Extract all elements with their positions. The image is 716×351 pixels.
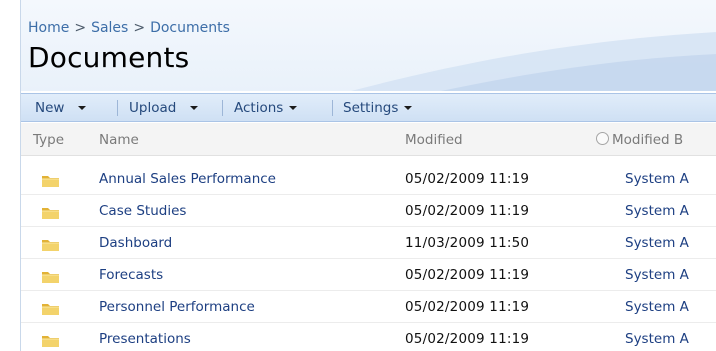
chevron-down-icon: [289, 106, 298, 110]
breadcrumb-sales[interactable]: Sales: [91, 20, 128, 36]
column-header-row: Type Name Modified Modified B: [21, 123, 716, 156]
list-item[interactable]: Forecasts 05/02/2009 11:19 System A: [21, 259, 716, 291]
list-toolbar: New Upload Actions Settings: [21, 93, 716, 122]
list-item[interactable]: Presentations 05/02/2009 11:19 System A: [21, 323, 716, 351]
folder-icon: [42, 272, 59, 283]
folder-icon: [42, 176, 59, 187]
column-header-modified[interactable]: Modified: [405, 132, 463, 148]
column-header-name[interactable]: Name: [99, 132, 139, 148]
item-modified-by-link[interactable]: System A: [625, 267, 689, 283]
breadcrumb-home[interactable]: Home: [28, 20, 69, 36]
folder-icon: [42, 336, 59, 347]
upload-menu-label: Upload: [129, 99, 177, 116]
toolbar-divider: [332, 100, 333, 116]
column-header-modified-by-label: Modified B: [612, 132, 684, 148]
item-modified-date: 05/02/2009 11:19: [405, 171, 530, 187]
new-menu-label: New: [35, 99, 65, 116]
chevron-down-icon: [78, 106, 87, 110]
radio-icon: [596, 132, 609, 145]
item-modified-by-link[interactable]: System A: [625, 203, 689, 219]
breadcrumb: Home > Sales > Documents: [28, 20, 230, 36]
column-header-type[interactable]: Type: [33, 132, 64, 148]
item-name-link[interactable]: Annual Sales Performance: [99, 171, 276, 187]
item-modified-by-link[interactable]: System A: [625, 171, 689, 187]
item-name-link[interactable]: Presentations: [99, 331, 191, 347]
folder-icon: [42, 304, 59, 315]
new-menu-button[interactable]: New: [35, 94, 87, 121]
breadcrumb-separator: >: [74, 20, 87, 36]
list-item[interactable]: Personnel Performance 05/02/2009 11:19 S…: [21, 291, 716, 323]
chevron-down-icon: [190, 106, 199, 110]
actions-menu-button[interactable]: Actions: [234, 94, 298, 121]
page-title: Documents: [28, 41, 190, 74]
item-name-link[interactable]: Personnel Performance: [99, 299, 255, 315]
title-area: Home > Sales > Documents Documents: [21, 0, 716, 91]
item-name-link[interactable]: Forecasts: [99, 267, 163, 283]
item-name-link[interactable]: Case Studies: [99, 203, 186, 219]
item-modified-date: 05/02/2009 11:19: [405, 267, 530, 283]
list-item[interactable]: Case Studies 05/02/2009 11:19 System A: [21, 195, 716, 227]
document-library-window: Home > Sales > Documents Documents New Uploa…: [20, 0, 716, 351]
item-modified-date: 11/03/2009 11:50: [405, 235, 530, 251]
item-modified-by-link[interactable]: System A: [625, 299, 689, 315]
item-modified-by-link[interactable]: System A: [625, 331, 689, 347]
item-name-link[interactable]: Dashboard: [99, 235, 172, 251]
toolbar-divider: [117, 100, 118, 116]
column-header-modified-by[interactable]: Modified B: [596, 132, 683, 148]
item-modified-by-link[interactable]: System A: [625, 235, 689, 251]
folder-icon: [42, 208, 59, 219]
folder-icon: [42, 240, 59, 251]
breadcrumb-separator: >: [133, 20, 146, 36]
actions-menu-label: Actions: [234, 99, 284, 116]
settings-menu-button[interactable]: Settings: [343, 94, 413, 121]
settings-menu-label: Settings: [343, 99, 399, 116]
chevron-down-icon: [404, 106, 413, 110]
list-item[interactable]: Dashboard 11/03/2009 11:50 System A: [21, 227, 716, 259]
list-item[interactable]: Annual Sales Performance 05/02/2009 11:1…: [21, 163, 716, 195]
item-modified-date: 05/02/2009 11:19: [405, 299, 530, 315]
upload-menu-button[interactable]: Upload: [129, 94, 199, 121]
breadcrumb-documents[interactable]: Documents: [150, 20, 230, 36]
toolbar-divider: [222, 100, 223, 116]
item-modified-date: 05/02/2009 11:19: [405, 331, 530, 347]
item-modified-date: 05/02/2009 11:19: [405, 203, 530, 219]
